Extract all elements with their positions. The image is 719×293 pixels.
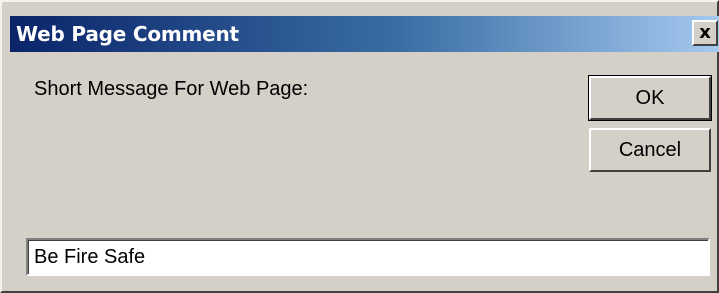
cancel-button[interactable]: Cancel (589, 128, 711, 172)
close-button[interactable]: x (692, 20, 718, 46)
close-icon: x (699, 22, 711, 43)
ok-button[interactable]: OK (588, 75, 712, 121)
message-label: Short Message For Web Page: (34, 78, 309, 100)
comment-input[interactable]: Be Fire Safe (26, 238, 710, 276)
title-bar[interactable]: Web Page Comment x (10, 16, 719, 52)
prompt-dialog: Web Page Comment x Short Message For Web… (0, 0, 719, 293)
dialog-title: Web Page Comment (16, 22, 239, 46)
